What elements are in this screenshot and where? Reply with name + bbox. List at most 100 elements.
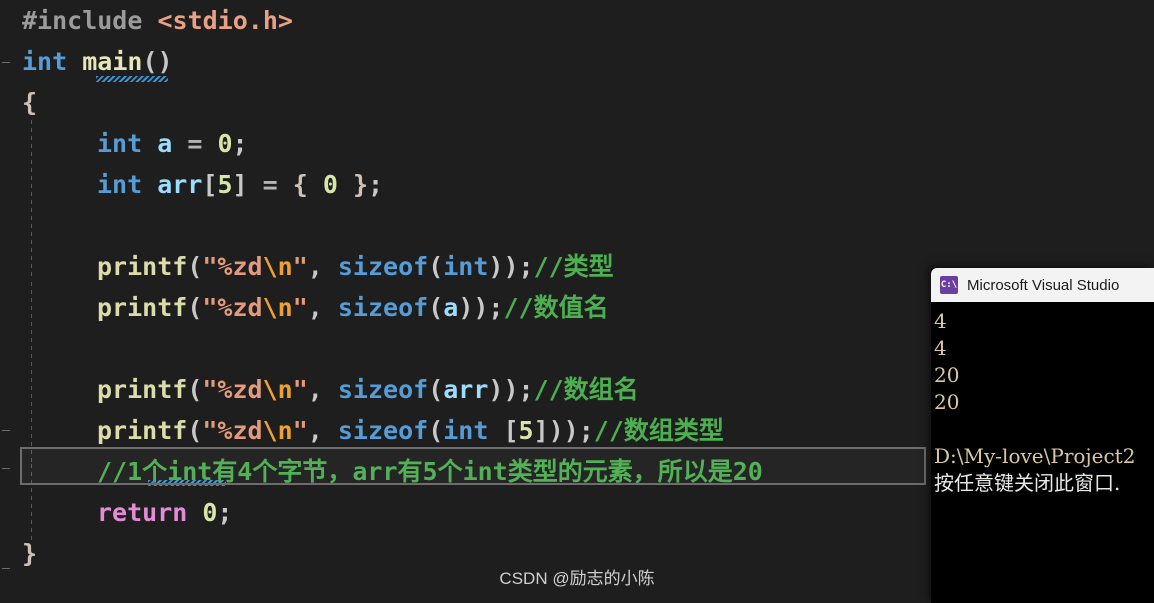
code-token: ,	[307, 416, 338, 445]
code-token: return	[97, 498, 203, 527]
code-token: ;	[488, 293, 504, 322]
code-token: ;	[368, 170, 384, 199]
csdn-watermark: CSDN @励志的小陈	[499, 569, 655, 588]
code-line-6[interactable]	[0, 205, 22, 246]
console-window-icon: C:\	[940, 276, 958, 294]
console-output-line-3: 20	[934, 363, 960, 387]
code-token: //数值名	[503, 293, 609, 322]
code-token: printf	[97, 293, 188, 322]
console-output[interactable]: 4 4 20 20 D:\My-love\Project2 按任意键关闭此窗口.	[931, 302, 1154, 603]
code-token: a	[157, 129, 173, 158]
code-line-8[interactable]: printf("%zd\n", sizeof(a));//数值名	[0, 287, 609, 328]
code-token: (	[187, 416, 203, 445]
code-token: "%zd	[202, 416, 263, 445]
code-token: //数组名	[533, 375, 639, 404]
console-output-line-2: 4	[934, 336, 947, 360]
code-token: int	[22, 47, 83, 76]
code-token: ;	[518, 375, 534, 404]
code-token: (	[187, 293, 203, 322]
console-title: Microsoft Visual Studio	[967, 276, 1120, 294]
code-token: "	[292, 375, 308, 404]
code-token: printf	[97, 416, 188, 445]
selected-line-box[interactable]	[20, 447, 926, 485]
screen: #include <stdio.h> int main(){int a = 0; i…	[0, 0, 1154, 603]
code-token: ,	[307, 252, 338, 281]
code-token: 5	[217, 170, 233, 199]
code-token: ()	[142, 47, 173, 76]
code-token: ,	[307, 375, 338, 404]
code-token: #include	[22, 6, 158, 35]
code-token: 0	[202, 498, 218, 527]
console-output-line-1: 4	[934, 309, 947, 333]
code-token: \n	[262, 416, 293, 445]
code-token: =	[172, 129, 218, 158]
code-token: {	[292, 170, 323, 199]
code-token: //类型	[533, 252, 614, 281]
code-token: (	[428, 416, 444, 445]
squiggle-underline-main	[96, 76, 168, 82]
code-token: \n	[262, 293, 293, 322]
code-token: "	[292, 416, 308, 445]
code-token: \n	[262, 252, 293, 281]
code-token: ;	[578, 416, 594, 445]
code-token: [	[488, 416, 519, 445]
code-line-1[interactable]: #include <stdio.h>	[0, 0, 293, 41]
code-token: arr	[443, 375, 489, 404]
code-token: "	[292, 252, 308, 281]
code-token: int	[443, 252, 489, 281]
code-token: sizeof	[337, 375, 429, 404]
code-token: sizeof	[337, 416, 429, 445]
code-line-9[interactable]	[0, 328, 22, 369]
code-token: [	[202, 170, 218, 199]
code-token: "%zd	[202, 293, 263, 322]
code-token: printf	[97, 252, 188, 281]
code-token: printf	[97, 375, 188, 404]
code-token: a	[443, 293, 459, 322]
code-token: ;	[217, 498, 233, 527]
console-window[interactable]: C:\ Microsoft Visual Studio 4 4 20 20 D:\My-…	[931, 268, 1154, 603]
code-line-10[interactable]: printf("%zd\n", sizeof(arr));//数组名	[0, 369, 639, 410]
code-token: {	[22, 88, 38, 117]
code-token: 5	[518, 416, 534, 445]
code-token: ))	[488, 252, 519, 281]
code-token: "%zd	[202, 375, 263, 404]
console-output-line-7: 按任意键关闭此窗口.	[934, 471, 1121, 495]
code-token: arr	[157, 170, 203, 199]
code-line-11[interactable]: printf("%zd\n", sizeof(int [5]));//数组类型	[0, 410, 724, 451]
code-token: ]))	[533, 416, 579, 445]
code-token: int	[97, 170, 158, 199]
code-token: (	[187, 375, 203, 404]
console-output-line-4: 20	[934, 390, 960, 414]
code-token: \n	[262, 375, 293, 404]
code-token: //数组类型	[593, 416, 724, 445]
code-token: ))	[488, 375, 519, 404]
code-token: (	[428, 375, 444, 404]
console-titlebar[interactable]: C:\ Microsoft Visual Studio	[931, 268, 1154, 302]
code-token: int	[97, 129, 158, 158]
code-token: ;	[518, 252, 534, 281]
code-line-3[interactable]: {	[0, 82, 37, 123]
code-line-7[interactable]: printf("%zd\n", sizeof(int));//类型	[0, 246, 614, 287]
code-token: <stdio.h>	[157, 6, 293, 35]
code-token: ))	[458, 293, 489, 322]
code-token: 0	[322, 170, 338, 199]
code-token: sizeof	[337, 293, 429, 322]
code-token: ]	[232, 170, 248, 199]
code-token: main	[82, 47, 143, 76]
code-token: (	[428, 252, 444, 281]
console-output-line-6: D:\My-love\Project2	[934, 444, 1136, 468]
code-token: 0	[217, 129, 233, 158]
code-token: "%zd	[202, 252, 263, 281]
code-token: sizeof	[337, 252, 429, 281]
code-line-13[interactable]: return 0;	[0, 492, 232, 533]
code-token: int	[443, 416, 489, 445]
code-line-5[interactable]: int arr[5] = { 0 };	[0, 164, 383, 205]
code-token: ,	[307, 293, 338, 322]
code-token: (	[428, 293, 444, 322]
code-token: }	[337, 170, 368, 199]
code-line-4[interactable]: int a = 0;	[0, 123, 248, 164]
code-token: =	[247, 170, 293, 199]
code-token: "	[292, 293, 308, 322]
code-token: ;	[232, 129, 248, 158]
